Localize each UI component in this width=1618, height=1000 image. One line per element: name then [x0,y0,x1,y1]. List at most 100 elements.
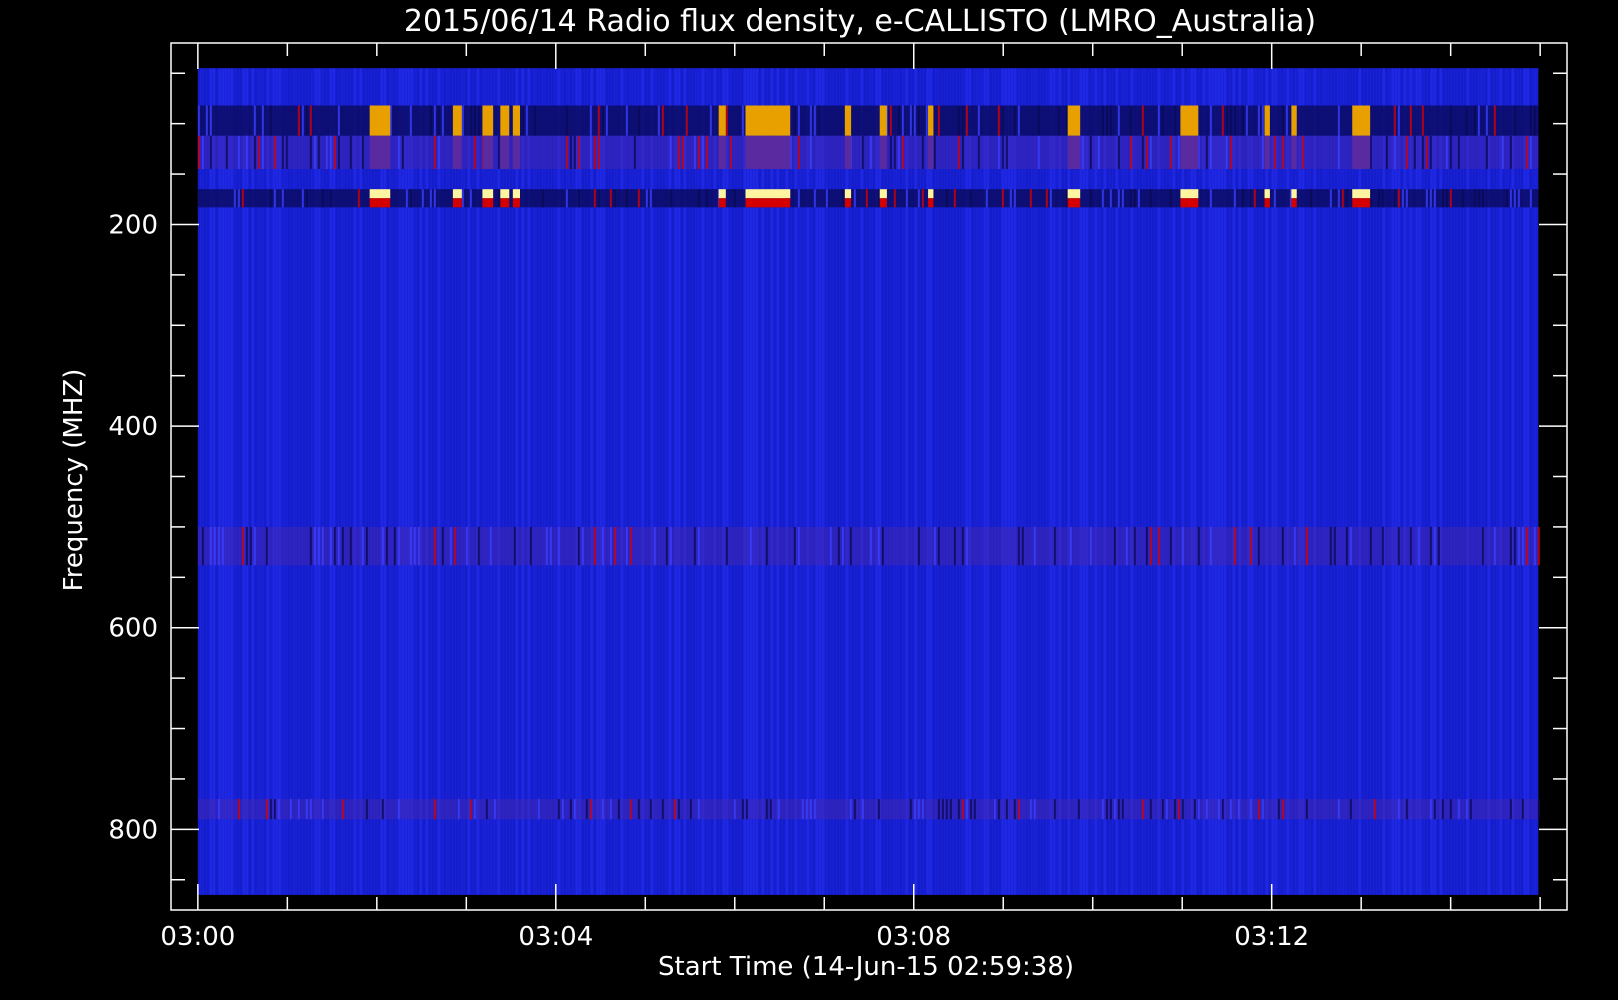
x-tick-label: 03:00 [160,922,235,952]
mid-band-speck [669,135,672,170]
mid-band-speck [325,135,328,170]
band-520-speck [545,526,548,566]
band-520-speck [513,526,516,566]
band-520-speck [1233,526,1236,566]
band-780-speck [957,799,960,820]
dark-band-speck [977,105,980,136]
band-780-speck [661,799,664,820]
band-780-speck [941,799,944,820]
band-520-speck [581,526,584,566]
narrow-band-speck [1369,189,1372,208]
band-780-speck [561,799,564,820]
band-780-speck [973,799,976,820]
band-520-speck [765,526,768,566]
mid-band-speck [569,135,572,170]
band-520-speck [1349,526,1352,566]
narrow-band-speck [1129,189,1132,208]
mid-band-speck [797,135,800,170]
burst-upper [844,105,852,136]
dark-band-speck [441,105,444,136]
mid-band-speck [869,135,872,170]
band-520-speck [965,526,968,566]
band-520-speck [1429,526,1432,566]
band-520-speck [1521,526,1524,566]
band-520-speck [249,526,252,566]
burst-core [745,189,791,199]
band-520-speck [381,526,384,566]
dark-band-speck [797,105,800,136]
band-520-speck [489,526,492,566]
burst-lower [1291,198,1297,208]
band-520-speck [433,526,436,566]
band-780-speck [469,799,472,820]
mid-band-speck [897,135,900,170]
narrow-band-speck [1425,189,1428,208]
mid-band-speck [633,135,636,170]
mid-band-speck [1205,135,1208,170]
narrow-band-speck [1101,189,1104,208]
band-780-speck [457,799,460,820]
band-520-speck [265,526,268,566]
band-780-speck [649,799,652,820]
band-780-speck [1305,799,1308,820]
burst [369,105,391,208]
band-520-speck [413,526,416,566]
burst-middle [482,135,494,170]
y-tick-label: 200 [108,210,158,240]
band-520-speck [317,526,320,566]
narrow-band-speck [1529,189,1532,208]
narrow-band-speck [921,189,924,208]
burst [1180,105,1199,208]
mid-band-speck [1273,135,1276,170]
mid-band-speck [729,135,732,170]
narrow-band-speck [577,189,580,208]
mid-band-speck [565,135,568,170]
narrow-band-speck [945,189,948,208]
mid-band-speck [337,135,340,170]
mid-band-speck [1509,135,1512,170]
narrow-band-speck [273,189,276,208]
mid-band-speck [1229,135,1232,170]
band-780-speck [733,799,736,820]
narrow-band-speck [1401,189,1404,208]
dark-band-speck [685,105,688,136]
narrow-band-speck [649,189,652,208]
band-780-speck [473,799,476,820]
burst-core [512,189,520,199]
band-780-speck [877,799,880,820]
mid-band-speck [1413,135,1416,170]
narrow-band-speck [637,189,640,208]
band-520-speck [313,526,316,566]
band-780-speck [265,799,268,820]
band-520-speck [1433,526,1436,566]
narrow-band-speck [1121,189,1124,208]
mid-band [197,135,1539,170]
band-780-speck [1013,799,1016,820]
dark-band-speck [1245,105,1248,136]
narrow-band-speck [541,189,544,208]
narrow-band-speck [1473,189,1476,208]
band-780-speck [277,799,280,820]
band-780-speck [1217,799,1220,820]
narrow-band-speck [733,189,736,208]
band-780-speck [321,799,324,820]
dark-band-speck [1109,105,1112,136]
burst-core [1067,189,1081,199]
burst-lower [500,198,510,208]
dark-band-speck [957,105,960,136]
mid-band-speck [285,135,288,170]
dark-band-speck [1473,105,1476,136]
dark-band-speck [1105,105,1108,136]
narrow-band-speck [1065,189,1068,208]
narrow-band-speck [609,189,612,208]
burst-middle [512,135,520,170]
band-520-speck [321,526,324,566]
band-520-speck [385,526,388,566]
band-780-speck [1205,799,1208,820]
narrow-band-speck [429,189,432,208]
burst-lower [452,198,462,208]
band-520-speck [361,526,364,566]
dark-band-speck [1229,105,1232,136]
burst-middle [844,135,852,170]
band-520-speck [953,526,956,566]
